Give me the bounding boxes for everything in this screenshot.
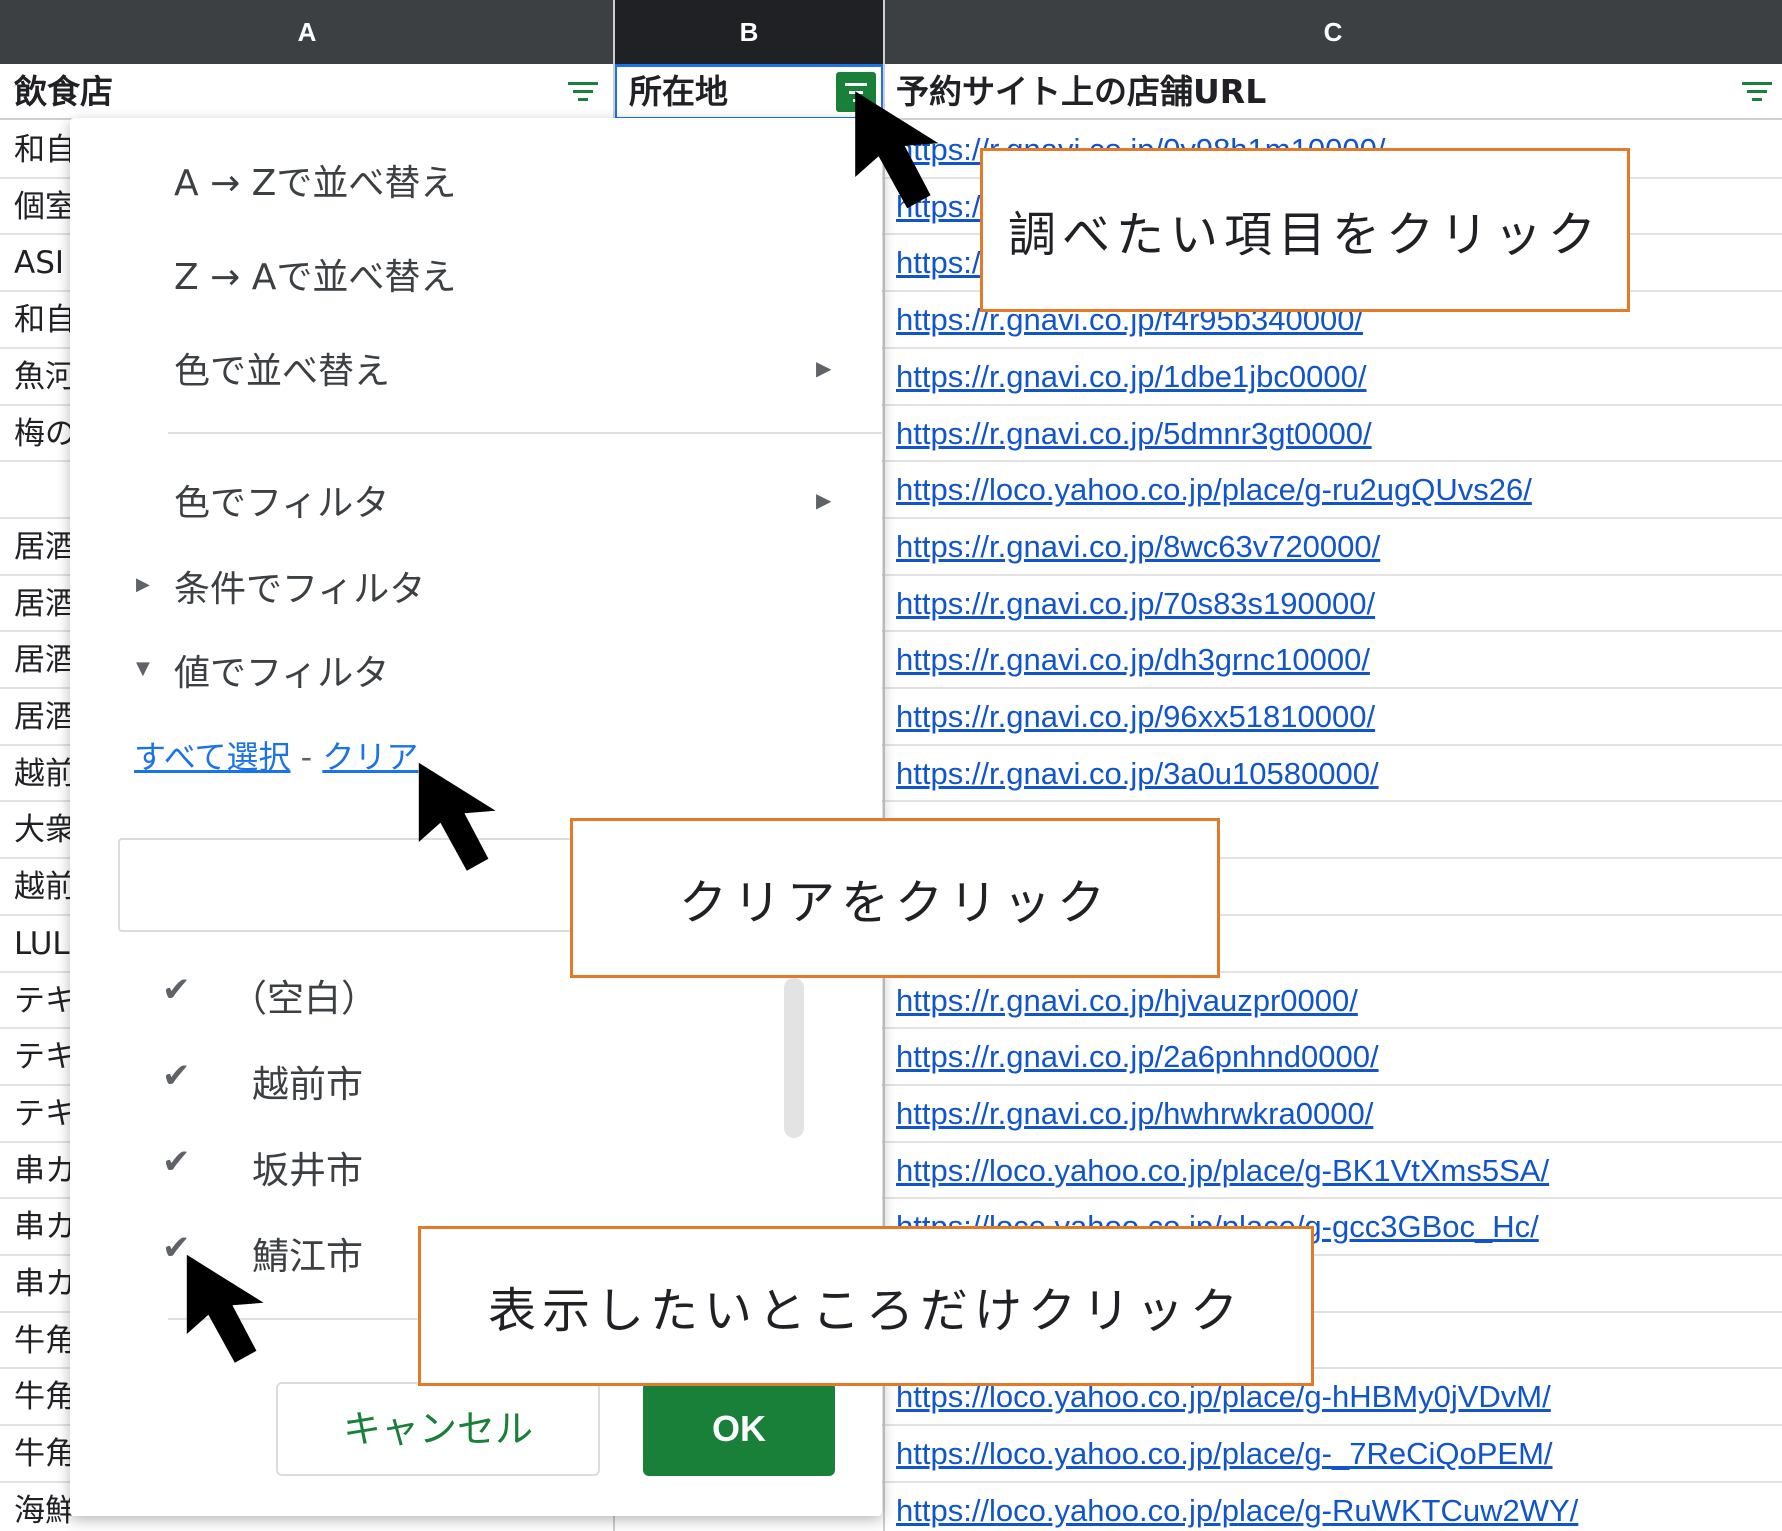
column-header-c[interactable]: C: [884, 0, 1782, 64]
cell-restaurant[interactable]: 居酒: [14, 632, 76, 688]
cell-restaurant[interactable]: テキ: [14, 973, 76, 1029]
column-header-b[interactable]: B: [614, 0, 884, 64]
cell-restaurant[interactable]: 居酒: [14, 576, 76, 632]
cell-restaurant[interactable]: 越前: [14, 859, 76, 915]
cell-restaurant[interactable]: テキ: [14, 1086, 76, 1142]
check-icon[interactable]: ✔: [162, 1142, 191, 1182]
cell-restaurant[interactable]: 牛角: [14, 1313, 76, 1369]
cell-restaurant[interactable]: 大衆: [14, 802, 76, 858]
cell-url-link[interactable]: https://loco.yahoo.co.jp/place/g-BK1VtXm…: [896, 1143, 1549, 1199]
cell-url-link[interactable]: https://: [896, 235, 989, 291]
menu-item-filter-color[interactable]: 色でフィルタ: [174, 474, 389, 526]
header-cell-url[interactable]: 予約サイト上の店舗URL: [884, 64, 1782, 120]
cell-restaurant[interactable]: 梅の: [14, 406, 76, 462]
cell-url-link[interactable]: https://r.gnavi.co.jp/dh3grnc10000/: [896, 632, 1370, 688]
scrollbar[interactable]: [784, 978, 804, 1138]
cell-restaurant[interactable]: 牛角: [14, 1426, 76, 1482]
cell-url-link[interactable]: https://r.gnavi.co.jp/70s83s190000/: [896, 576, 1375, 632]
cell-url-link[interactable]: https://r.gnavi.co.jp/96xx51810000/: [896, 689, 1375, 745]
cell-restaurant[interactable]: 和自: [14, 292, 76, 348]
pointer-arrow-icon: [418, 762, 496, 871]
callout-click-clear: クリアをクリック: [570, 818, 1220, 978]
cell-url-link[interactable]: https://r.gnavi.co.jp/hjvauzpr0000/: [896, 973, 1358, 1029]
cell-restaurant[interactable]: テキ: [14, 1029, 76, 1085]
menu-item-sort-color[interactable]: 色で並べ替え: [174, 342, 390, 394]
column-header-a[interactable]: A: [0, 0, 614, 64]
submenu-arrow-icon: ▶: [816, 356, 832, 380]
menu-item-filter-values[interactable]: 値でフィルタ: [174, 644, 389, 696]
cell-url-link[interactable]: https://loco.yahoo.co.jp/place/g-ru2ugQU…: [896, 462, 1532, 518]
cell-restaurant[interactable]: 串カ: [14, 1256, 76, 1312]
clear-link[interactable]: クリア: [322, 738, 418, 776]
cell-restaurant[interactable]: 串カ: [14, 1143, 76, 1199]
select-clear-links: すべて選択 - クリア: [134, 732, 418, 778]
cell-url-link[interactable]: https://loco.yahoo.co.jp/place/g-_7ReCiQ…: [896, 1426, 1553, 1482]
check-icon[interactable]: ✔: [162, 970, 191, 1010]
pointer-arrow-icon: [186, 1254, 264, 1363]
cell-restaurant[interactable]: LUL: [14, 916, 70, 972]
value-option-blank[interactable]: （空白）: [230, 968, 378, 1022]
cell-url-link[interactable]: https://r.gnavi.co.jp/5dmnr3gt0000/: [896, 406, 1372, 462]
ok-button[interactable]: OK: [643, 1382, 835, 1476]
cell-url-link[interactable]: https://loco.yahoo.co.jp/place/g-RuWKTCu…: [896, 1483, 1578, 1531]
submenu-arrow-icon: ▶: [816, 488, 832, 512]
cell-restaurant[interactable]: 居酒: [14, 689, 76, 745]
cancel-button[interactable]: キャンセル: [276, 1382, 600, 1476]
cell-restaurant[interactable]: 和自: [14, 122, 76, 178]
menu-item-filter-condition[interactable]: 条件でフィルタ: [174, 560, 425, 612]
select-all-link[interactable]: すべて選択: [134, 738, 290, 776]
value-option-sakai[interactable]: 坂井市: [252, 1140, 363, 1194]
cell-restaurant[interactable]: 海鮮: [14, 1483, 76, 1531]
menu-item-sort-za[interactable]: Z → Aで並べ替え: [174, 248, 456, 300]
cell-url-link[interactable]: https://r.gnavi.co.jp/3a0u10580000/: [896, 746, 1379, 802]
cell-restaurant[interactable]: 居酒: [14, 519, 76, 575]
expand-right-icon: ▶: [136, 574, 150, 595]
filter-icon[interactable]: [1742, 80, 1772, 104]
check-icon[interactable]: ✔: [162, 1056, 191, 1096]
header-cell-restaurant[interactable]: 飲食店: [2, 64, 612, 120]
cell-restaurant[interactable]: 越前: [14, 746, 76, 802]
cell-restaurant[interactable]: 個室: [14, 179, 76, 235]
filter-icon[interactable]: [568, 80, 598, 104]
cell-url-link[interactable]: https://r.gnavi.co.jp/hwhrwkra0000/: [896, 1086, 1373, 1142]
cell-url-link[interactable]: https://r.gnavi.co.jp/8wc63v720000/: [896, 519, 1380, 575]
cell-restaurant[interactable]: 魚河: [14, 349, 76, 405]
cell-url-link[interactable]: https://r.gnavi.co.jp/1dbe1jbc0000/: [896, 349, 1367, 405]
cell-restaurant[interactable]: 牛角: [14, 1369, 76, 1425]
menu-divider: [168, 432, 882, 434]
value-option-echizen[interactable]: 越前市: [252, 1054, 363, 1108]
callout-click-shown: 表示したいところだけクリック: [418, 1226, 1314, 1386]
cell-url-link[interactable]: https://r.gnavi.co.jp/2a6pnhnd0000/: [896, 1029, 1379, 1085]
cell-restaurant[interactable]: ASI: [14, 235, 64, 291]
link-separator: -: [290, 738, 323, 776]
pointer-arrow-icon: [855, 91, 939, 209]
column-header-bar: A B C: [0, 0, 1782, 64]
expand-down-icon: ▼: [136, 658, 150, 679]
cell-restaurant[interactable]: 串カ: [14, 1199, 76, 1255]
callout-click-item: 調べたい項目をクリック: [980, 148, 1630, 312]
menu-item-sort-az[interactable]: A → Zで並べ替え: [174, 154, 456, 206]
